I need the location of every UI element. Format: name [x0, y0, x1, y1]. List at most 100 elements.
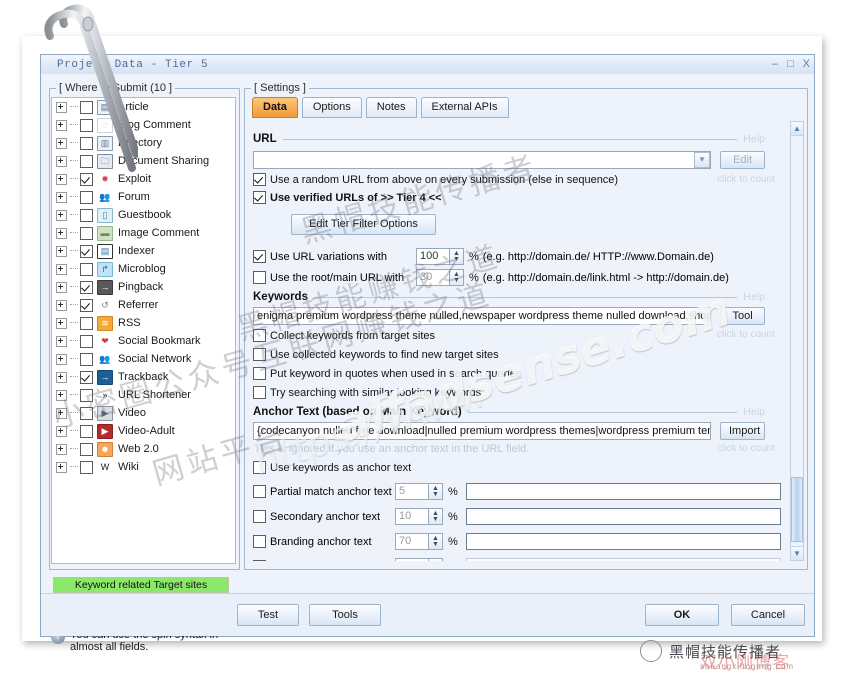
tree-item-referrer[interactable]: ↺ Referrer	[52, 296, 235, 314]
tree-item-url-shortener[interactable]: » URL Shortener	[52, 386, 235, 404]
expand-icon[interactable]	[56, 227, 67, 239]
anchor-lsi-anchor-text-spin-arrows[interactable]: ▲▼	[428, 558, 443, 561]
tree-item-pingback[interactable]: → Pingback	[52, 278, 235, 296]
expand-icon[interactable]	[56, 407, 67, 419]
tree-item-checkbox[interactable]	[80, 208, 93, 222]
url-input[interactable]: ▼	[253, 151, 712, 169]
tree-item-checkbox[interactable]	[80, 424, 93, 438]
tab-external-apis[interactable]: External APIs	[420, 97, 509, 118]
tree-item-checkbox[interactable]	[80, 388, 93, 402]
tab-options[interactable]: Options	[301, 97, 362, 118]
random-url-row[interactable]: Use a random URL from above on every sub…	[253, 173, 618, 186]
tree-item-video[interactable]: ▶ Video	[52, 404, 235, 422]
tree-item-social-bookmark[interactable]: ❤ Social Bookmark	[52, 332, 235, 350]
anchor-secondary-anchor-text-spin-arrows[interactable]: ▲ ▼	[428, 508, 443, 525]
anchor-lsi-anchor-text-text-input[interactable]	[465, 558, 781, 561]
close-button[interactable]: X	[803, 59, 810, 70]
expand-icon[interactable]	[56, 299, 67, 311]
expand-icon[interactable]	[56, 371, 67, 383]
anchor-lsi-anchor-text-value[interactable]: 3	[395, 558, 428, 561]
url-edit-button[interactable]: Edit	[720, 151, 765, 169]
collect-keywords-row[interactable]: Collect keywords from target sites	[253, 329, 435, 342]
url-variations-checkbox[interactable]	[253, 250, 266, 263]
quote-keywords-checkbox[interactable]	[253, 367, 266, 380]
tree-item-video-adult[interactable]: ▶ Video-Adult	[52, 422, 235, 440]
expand-icon[interactable]	[56, 317, 67, 329]
anchor-row-branding-anchor-text[interactable]: Branding anchor text 70 ▲ ▼%	[253, 531, 781, 552]
url-variations-spinner[interactable]: 100 ▲ ▼	[416, 248, 464, 265]
anchor-import-button[interactable]: Import	[720, 422, 765, 440]
tree-item-microblog[interactable]: ↱ Microblog	[52, 260, 235, 278]
anchor-partial-match-anchor-text-value[interactable]: 5	[395, 483, 428, 500]
anchor-click-to-count[interactable]: click to count	[717, 443, 775, 454]
expand-icon[interactable]	[56, 461, 67, 473]
anchor-lsi-anchor-text-checkbox[interactable]	[253, 560, 266, 561]
verified-urls-row[interactable]: Use verified URLs of >> Tier 4 <<	[253, 191, 442, 204]
cancel-button[interactable]: Cancel	[731, 604, 805, 626]
collect-keywords-checkbox[interactable]	[253, 329, 266, 342]
tools-button[interactable]: Tools	[309, 604, 381, 626]
scroll-down-arrow[interactable]: ▼	[791, 546, 803, 560]
anchor-branding-anchor-text-spinner[interactable]: 70 ▲ ▼	[395, 533, 443, 550]
use-collected-keywords-checkbox[interactable]	[253, 348, 266, 361]
test-button[interactable]: Test	[237, 604, 299, 626]
anchor-row-lsi-anchor-text[interactable]: LSI anchor text3▲▼%	[253, 556, 781, 561]
expand-icon[interactable]	[56, 443, 67, 455]
settings-tabs[interactable]: Data Options Notes External APIs	[252, 97, 509, 118]
anchor-secondary-anchor-text-text-input[interactable]	[465, 508, 781, 525]
root-main-url-row[interactable]: Use the root/main URL with 30 ▲ ▼ % (e.g.…	[253, 269, 729, 286]
anchor-branding-anchor-text-text-input[interactable]	[465, 533, 781, 550]
tree-item-checkbox[interactable]	[80, 262, 93, 276]
url-variations-row[interactable]: Use URL variations with 100 ▲ ▼ % (e.g. h…	[253, 248, 714, 265]
tree-item-checkbox[interactable]	[80, 226, 93, 240]
anchor-row-partial-match-anchor-text[interactable]: Partial match anchor text 5 ▲ ▼%	[253, 481, 781, 502]
tab-data[interactable]: Data	[252, 97, 298, 118]
tree-item-rss[interactable]: ≋ RSS	[52, 314, 235, 332]
expand-icon[interactable]	[56, 245, 67, 257]
tree-item-image-comment[interactable]: ▬ Image Comment	[52, 224, 235, 242]
expand-icon[interactable]	[56, 425, 67, 437]
url-click-to-count[interactable]: click to count	[717, 174, 775, 185]
tree-item-checkbox[interactable]	[80, 298, 93, 312]
minimize-button[interactable]: –	[772, 59, 778, 70]
tree-item-wiki[interactable]: W Wiki	[52, 458, 235, 476]
tree-item-forum[interactable]: 👥 Forum	[52, 188, 235, 206]
keywords-tool-button[interactable]: Tool	[720, 307, 765, 325]
keywords-help-link[interactable]: Help	[743, 291, 765, 303]
anchor-branding-anchor-text-checkbox[interactable]	[253, 535, 266, 548]
url-variations-value[interactable]: 100	[416, 248, 449, 265]
root-main-url-spinner[interactable]: 30 ▲ ▼	[416, 269, 464, 286]
tree-item-checkbox[interactable]	[80, 352, 93, 366]
keywords-click-to-count[interactable]: click to count	[717, 329, 775, 340]
root-main-url-spin-arrows[interactable]: ▲ ▼	[449, 269, 464, 286]
anchor-help-link[interactable]: Help	[743, 406, 765, 418]
anchor-secondary-anchor-text-checkbox[interactable]	[253, 510, 266, 523]
anchor-lsi-anchor-text-spinner[interactable]: 3▲▼	[395, 558, 443, 561]
root-main-url-checkbox[interactable]	[253, 271, 266, 284]
tab-notes[interactable]: Notes	[365, 97, 417, 118]
anchor-text-input[interactable]: {codecanyon nulled free download|nulled …	[253, 422, 711, 440]
use-keywords-as-anchor-row[interactable]: Use keywords as anchor text	[253, 461, 411, 474]
tree-item-checkbox[interactable]	[80, 190, 93, 204]
ok-button[interactable]: OK	[645, 604, 719, 626]
use-keywords-as-anchor-checkbox[interactable]	[253, 461, 266, 474]
tree-item-trackback[interactable]: → Trackback	[52, 368, 235, 386]
tree-item-web-2-0[interactable]: ☻ Web 2.0	[52, 440, 235, 458]
settings-scrollbar[interactable]: ▲ ▼	[790, 121, 804, 561]
expand-icon[interactable]	[56, 263, 67, 275]
url-help-link[interactable]: Help	[743, 133, 765, 145]
chevron-down-icon[interactable]: ▼	[694, 152, 711, 168]
tree-item-checkbox[interactable]	[80, 406, 93, 420]
edit-tier-filter-options-button[interactable]: Edit Tier Filter Options	[291, 214, 436, 235]
tree-item-checkbox[interactable]	[80, 244, 93, 258]
similar-keywords-row[interactable]: Try searching with similar looking keywo…	[253, 386, 481, 399]
scroll-up-arrow[interactable]: ▲	[791, 122, 803, 136]
expand-icon[interactable]	[56, 335, 67, 347]
anchor-row-secondary-anchor-text[interactable]: Secondary anchor text 10 ▲ ▼%	[253, 506, 781, 527]
use-collected-keywords-row[interactable]: Use collected keywords to find new targe…	[253, 348, 499, 361]
tree-item-checkbox[interactable]	[80, 460, 93, 474]
anchor-secondary-anchor-text-spinner[interactable]: 10 ▲ ▼	[395, 508, 443, 525]
scrollbar-thumb[interactable]	[791, 477, 803, 542]
tree-item-indexer[interactable]: ▤ Indexer	[52, 242, 235, 260]
expand-icon[interactable]	[56, 281, 67, 293]
